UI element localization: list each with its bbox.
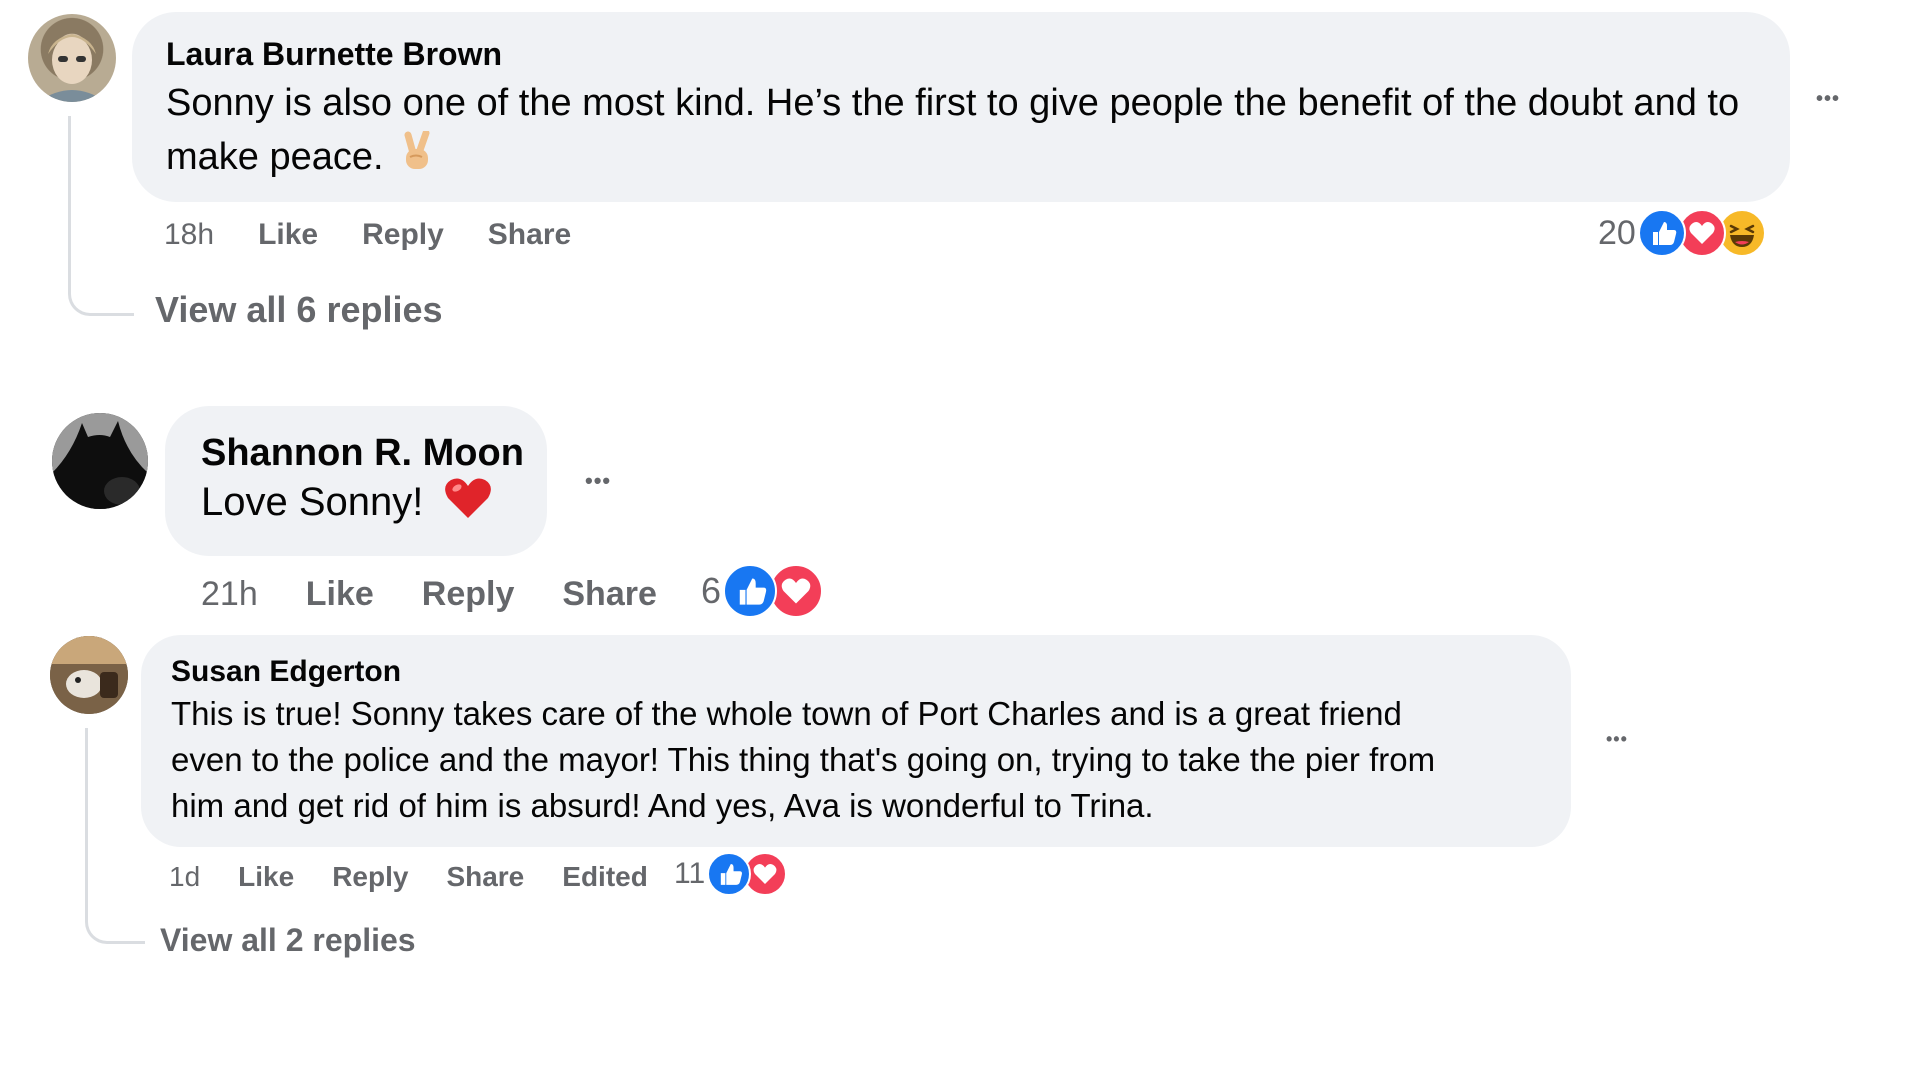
comment-timestamp[interactable]: 18h — [164, 218, 214, 252]
share-button[interactable]: Share — [562, 575, 657, 614]
edited-label[interactable]: Edited — [562, 861, 648, 893]
comment-author[interactable]: Susan Edgerton — [171, 653, 1541, 691]
reaction-summary[interactable]: 11 — [674, 852, 788, 896]
avatar[interactable] — [50, 636, 128, 714]
avatar[interactable] — [28, 14, 116, 102]
like-button[interactable]: Like — [258, 218, 318, 252]
reaction-summary[interactable]: 20 — [1598, 208, 1766, 258]
comment-text-line: even to the police and the mayor! This t… — [171, 741, 1436, 778]
comment-bubble: Laura Burnette Brown Sonny is also one o… — [132, 12, 1790, 202]
view-replies-link[interactable]: View all 2 replies — [160, 920, 416, 960]
thread-line — [68, 116, 134, 316]
like-reaction-icon — [723, 564, 778, 618]
comment-actions: 21h Like Reply Share — [201, 572, 657, 616]
comment-more-options-button[interactable]: ••• — [1816, 88, 1840, 111]
love-reaction-icon — [769, 564, 824, 618]
view-replies-link[interactable]: View all 6 replies — [155, 288, 443, 332]
comment-actions: 1d Like Reply Share Edited — [169, 858, 648, 896]
avatar-photo-icon — [50, 636, 128, 714]
comment-bubble: Susan Edgerton This is true! Sonny takes… — [141, 635, 1571, 847]
comment-more-options-button[interactable]: ••• — [585, 468, 611, 494]
reaction-count: 6 — [701, 570, 722, 611]
comment-text: Sonny is also one of the most kind. He’s… — [166, 76, 1756, 186]
comment-bubble: Shannon R. Moon Love Sonny! — [165, 406, 547, 556]
comment-actions: 18h Like Reply Share — [164, 215, 571, 255]
comment-text-body: Love Sonny! — [201, 480, 424, 525]
comment-more-options-button[interactable]: ••• — [1606, 729, 1628, 750]
share-button[interactable]: Share — [488, 218, 571, 252]
red-heart-icon — [443, 476, 493, 533]
thread-line — [85, 728, 145, 944]
reaction-count: 20 — [1598, 213, 1636, 252]
comment-author[interactable]: Laura Burnette Brown — [166, 34, 1756, 74]
like-reaction-icon — [1637, 209, 1686, 257]
comment-text-line: him and get rid of him is absurd! And ye… — [171, 787, 1154, 824]
comment-text: This is true! Sonny takes care of the wh… — [171, 691, 1541, 829]
victory-hand-icon — [400, 129, 434, 186]
avatar-photo-icon — [52, 413, 148, 509]
comment-timestamp[interactable]: 21h — [201, 575, 258, 614]
like-button[interactable]: Like — [306, 575, 374, 614]
comment-text: Love Sonny! — [201, 476, 511, 533]
comment-author[interactable]: Shannon R. Moon — [201, 430, 524, 476]
like-reaction-icon — [707, 852, 752, 896]
reply-button[interactable]: Reply — [362, 218, 444, 252]
reply-button[interactable]: Reply — [422, 575, 515, 614]
avatar-photo-icon — [38, 34, 106, 102]
reply-button[interactable]: Reply — [332, 861, 408, 893]
avatar[interactable] — [52, 413, 148, 509]
share-button[interactable]: Share — [446, 861, 524, 893]
comment-timestamp[interactable]: 1d — [169, 861, 200, 893]
like-button[interactable]: Like — [238, 861, 294, 893]
reaction-summary[interactable]: 6 — [701, 564, 824, 618]
comment-text-line: This is true! Sonny takes care of the wh… — [171, 695, 1402, 732]
reaction-count: 11 — [674, 857, 706, 890]
